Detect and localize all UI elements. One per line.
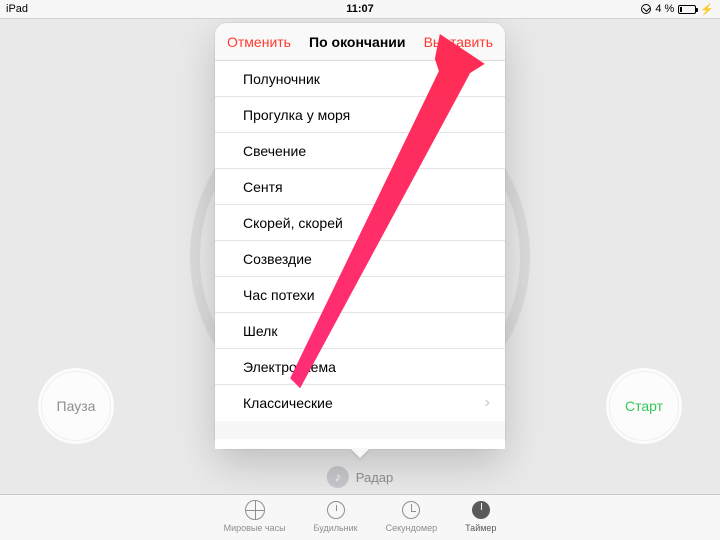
globe-icon bbox=[245, 500, 265, 520]
sound-option-label: Скорей, скорей bbox=[243, 215, 343, 231]
start-label: Старт bbox=[625, 398, 663, 414]
set-button[interactable]: Выставить bbox=[424, 34, 493, 50]
sound-option-label: Электросхема bbox=[243, 359, 336, 375]
pause-button[interactable]: Пауза bbox=[38, 368, 114, 444]
tab-bar: Мировые часы Будильник Секундомер Таймер bbox=[0, 494, 720, 540]
rotation-lock-icon bbox=[641, 4, 651, 14]
charging-icon: ⚡ bbox=[700, 3, 714, 16]
tab-stopwatch[interactable]: Секундомер bbox=[386, 499, 437, 540]
sound-option-label: Прогулка у моря bbox=[243, 107, 350, 123]
sound-option[interactable]: Созвездие bbox=[215, 241, 505, 277]
sound-option-label: Созвездие bbox=[243, 251, 312, 267]
music-note-icon: ♪ bbox=[327, 466, 349, 488]
sound-option[interactable]: Скорей, скорей bbox=[215, 205, 505, 241]
sound-option-label: Свечение bbox=[243, 143, 306, 159]
sound-option[interactable]: Электросхема bbox=[215, 349, 505, 385]
timer-icon bbox=[472, 501, 490, 519]
tab-label: Таймер bbox=[465, 523, 496, 533]
pause-label: Пауза bbox=[57, 398, 96, 414]
classic-label: Классические bbox=[243, 395, 333, 411]
device-label: iPad bbox=[6, 3, 28, 15]
classic-row[interactable]: Классические › bbox=[215, 385, 505, 421]
battery-text: 4 % bbox=[655, 3, 674, 15]
status-bar: iPad 11:07 4 % ⚡ bbox=[0, 0, 720, 18]
sound-option-label: Шелк bbox=[243, 323, 277, 339]
alarm-icon bbox=[327, 501, 345, 519]
stopwatch-icon bbox=[402, 501, 420, 519]
tab-alarm[interactable]: Будильник bbox=[314, 499, 358, 540]
sound-option-label: Полуночник bbox=[243, 71, 320, 87]
sound-picker-popover: Отменить По окончании Выставить Полуночн… bbox=[215, 23, 505, 449]
popover-header: Отменить По окончании Выставить bbox=[215, 23, 505, 61]
sound-option[interactable]: Прогулка у моря bbox=[215, 97, 505, 133]
tab-label: Мировые часы bbox=[224, 523, 286, 533]
sound-option[interactable]: Шелк bbox=[215, 313, 505, 349]
tab-label: Секундомер bbox=[386, 523, 437, 533]
tab-world-clock[interactable]: Мировые часы bbox=[224, 499, 286, 540]
cancel-button[interactable]: Отменить bbox=[227, 34, 291, 50]
start-button[interactable]: Старт bbox=[606, 368, 682, 444]
sound-option-label: Час потехи bbox=[243, 287, 315, 303]
sound-option[interactable]: Полуночник bbox=[215, 61, 505, 97]
sound-option-label: Сентя bbox=[243, 179, 283, 195]
sound-option[interactable]: Час потехи bbox=[215, 277, 505, 313]
status-time: 11:07 bbox=[346, 3, 374, 15]
timer-stage: Пауза Старт ♪ Радар Отменить По окончани… bbox=[0, 18, 720, 494]
chevron-right-icon: › bbox=[485, 394, 490, 412]
sound-label: Радар bbox=[356, 470, 394, 485]
status-right: 4 % ⚡ bbox=[641, 3, 714, 16]
sound-row[interactable]: ♪ Радар bbox=[327, 466, 394, 488]
tab-label: Будильник bbox=[314, 523, 358, 533]
battery-icon bbox=[678, 5, 696, 14]
tab-timer[interactable]: Таймер bbox=[465, 499, 496, 540]
sound-option[interactable]: Сентя bbox=[215, 169, 505, 205]
popover-title: По окончании bbox=[309, 34, 405, 50]
sound-option[interactable]: Свечение bbox=[215, 133, 505, 169]
popover-list[interactable]: Полуночник Прогулка у моря Свечение Сент… bbox=[215, 61, 505, 449]
popover-arrow bbox=[350, 448, 370, 458]
